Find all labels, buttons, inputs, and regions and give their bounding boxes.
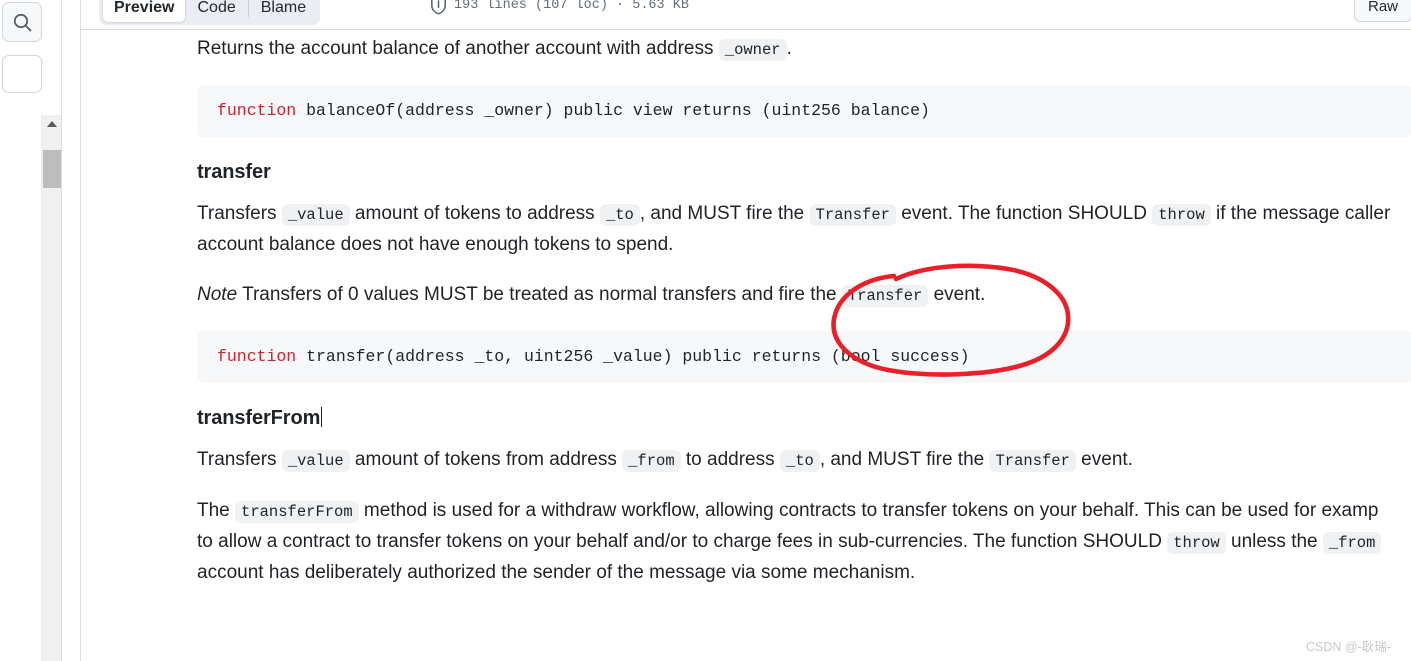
scrollbar-up-arrow[interactable]: [42, 115, 61, 133]
note-text-2: event.: [928, 284, 986, 305]
transfer-text-1: Transfers: [197, 203, 282, 224]
file-meta-text: 193 lines (107 loc) · 5.63 KB: [454, 0, 689, 13]
rail-gutter: [0, 115, 41, 661]
code-transfer-event-note: Transfer: [841, 285, 929, 307]
note-label: Note: [197, 284, 238, 305]
code-from: _from: [622, 450, 681, 472]
code-from-2: _from: [1322, 532, 1382, 554]
tf-text-4: , and MUST fire the: [819, 449, 990, 470]
code-keyword-function: function: [217, 101, 297, 120]
vertical-scrollbar[interactable]: [41, 115, 61, 661]
code-transfer-event: Transfer: [809, 204, 896, 226]
tfd-line2-text-1: to allow a contract to transfer tokens o…: [197, 531, 1168, 552]
code-signature-transfer: transfer(address _to, uint256 _value) pu…: [296, 347, 970, 366]
heading-transferfrom-label: transferFrom: [197, 407, 321, 429]
codeblock-balanceof: function balanceOf(address _owner) publi…: [197, 85, 1411, 137]
transfer-text-line2: account balance does not have enough tok…: [197, 234, 674, 255]
left-rail: [0, 0, 62, 661]
code-to: _to: [599, 204, 640, 226]
tab-divider: [247, 0, 249, 17]
transfer-text-4: event. The function SHOULD: [895, 203, 1153, 224]
tfd-line2-text-2: unless the: [1225, 531, 1323, 552]
paragraph-transfer-note: Note Transfers of 0 values MUST be treat…: [197, 280, 1411, 311]
header-divider: [81, 29, 1411, 30]
transfer-text-2: amount of tokens to address: [349, 203, 600, 224]
caret-up-icon: [46, 121, 57, 127]
paragraph-transferfrom-description: Transfers _value amount of tokens from a…: [197, 445, 1411, 476]
code-transferfrom: transferFrom: [235, 501, 359, 523]
tf-text-2: amount of tokens from address: [349, 449, 623, 470]
view-tab-group: Preview Code Blame: [99, 0, 321, 25]
heading-transferfrom: transferFrom: [197, 405, 1411, 431]
rail-secondary-button[interactable]: [2, 55, 42, 93]
file-header: Preview Code Blame 193 lines (107 loc) ·…: [81, 0, 1411, 30]
balanceof-text-2: .: [786, 38, 792, 59]
tfd-text-2: method is used for a withdraw workflow, …: [358, 500, 1379, 521]
tab-blame[interactable]: Blame: [250, 0, 317, 22]
tf-text-3: to address: [680, 449, 780, 470]
shield-check-icon: [431, 0, 446, 15]
watermark: CSDN @-耿瑞-: [1306, 640, 1391, 654]
code-signature-balanceof: balanceOf(address _owner) public view re…: [296, 101, 930, 120]
text-cursor: [321, 407, 323, 427]
note-text-1: Transfers of 0 values MUST be treated as…: [237, 284, 842, 305]
codeblock-transfer: function transfer(address _to, uint256 _…: [197, 331, 1411, 383]
code-throw: throw: [1152, 204, 1211, 226]
tab-code[interactable]: Code: [186, 0, 246, 22]
code-value: _value: [281, 204, 350, 226]
scrollbar-thumb[interactable]: [43, 150, 61, 188]
tf-text-5: event.: [1075, 449, 1133, 470]
balanceof-text-1: Returns the account balance of another a…: [197, 38, 719, 59]
left-rail-top-panel: [0, 0, 61, 126]
markdown-body: Returns the account balance of another a…: [197, 34, 1411, 608]
search-button[interactable]: [2, 2, 42, 42]
code-keyword-function-2: function: [217, 347, 297, 366]
heading-transfer: transfer: [197, 161, 271, 183]
file-view-panel: Preview Code Blame 193 lines (107 loc) ·…: [80, 0, 1411, 661]
paragraph-balanceof-description: Returns the account balance of another a…: [197, 34, 1411, 65]
transfer-text-5: if the message caller: [1210, 203, 1391, 224]
paragraph-transfer-description: Transfers _value amount of tokens to add…: [197, 199, 1411, 260]
code-value-2: _value: [281, 450, 350, 472]
file-meta: 193 lines (107 loc) · 5.63 KB: [430, 0, 689, 15]
paragraph-transferfrom-detail: The transferFrom method is used for a wi…: [197, 496, 1411, 588]
code-owner: _owner: [718, 39, 787, 61]
tab-preview[interactable]: Preview: [102, 0, 187, 23]
tfd-text-1: The: [197, 500, 236, 521]
tfd-line3: account has deliberately authorized the …: [197, 562, 916, 583]
code-transfer-event-2: Transfer: [989, 450, 1076, 472]
code-to-2: _to: [779, 450, 820, 472]
transfer-text-3: , and MUST fire the: [639, 203, 810, 224]
tf-text-1: Transfers: [197, 449, 282, 470]
search-icon: [13, 13, 31, 31]
raw-button[interactable]: Raw: [1354, 0, 1411, 22]
content-column: Preview Code Blame 193 lines (107 loc) ·…: [62, 0, 1411, 661]
code-throw-2: throw: [1167, 532, 1226, 554]
